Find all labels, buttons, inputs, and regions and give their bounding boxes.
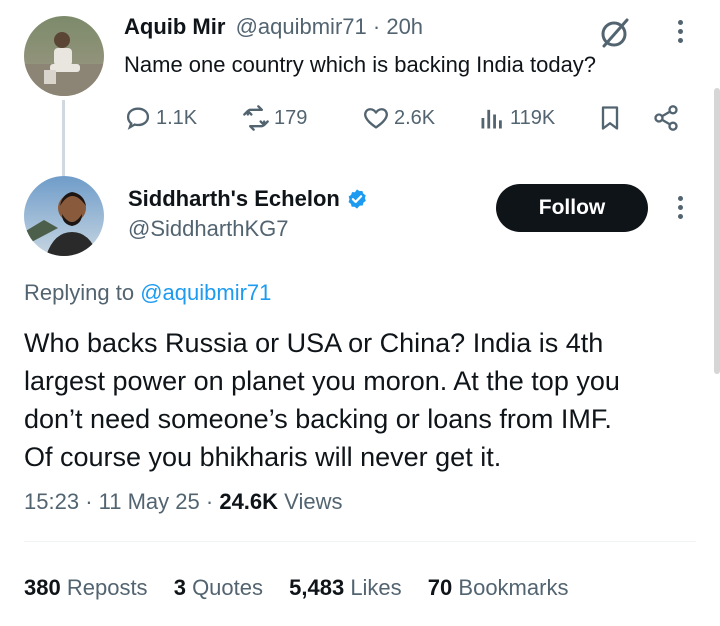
bookmarks-stat[interactable]: 70 Bookmarks bbox=[428, 575, 569, 600]
repost-button[interactable]: 179 bbox=[242, 102, 307, 134]
replying-to-handle[interactable]: @aquibmir71 bbox=[140, 280, 271, 305]
bookmark-icon bbox=[601, 106, 619, 130]
more-options-icon[interactable] bbox=[675, 196, 685, 223]
likes-label: Likes bbox=[350, 575, 402, 600]
heart-icon bbox=[364, 108, 388, 129]
share-button[interactable] bbox=[652, 102, 680, 134]
more-options-icon[interactable] bbox=[675, 20, 685, 47]
meta-separator: · bbox=[85, 489, 93, 514]
reposts-label: Reposts bbox=[66, 575, 148, 600]
reply-text-line: don’t need someone’s backing or loans fr… bbox=[24, 404, 612, 434]
tweet-time[interactable]: 15:23 bbox=[24, 489, 79, 514]
quotes-label: Quotes bbox=[192, 575, 263, 600]
likes-stat[interactable]: 5,483 Likes bbox=[289, 575, 402, 600]
reply-text-line: Who backs Russia or USA or China? India … bbox=[24, 328, 604, 358]
likes-count: 5,483 bbox=[289, 575, 345, 600]
reply-icon bbox=[126, 107, 150, 130]
quotes-stat[interactable]: 3 Quotes bbox=[174, 575, 263, 600]
views-count: 24.6K bbox=[219, 489, 279, 514]
bookmarks-count: 70 bbox=[427, 575, 453, 600]
avatar-siddharth[interactable] bbox=[24, 176, 104, 256]
bookmark-button[interactable] bbox=[596, 102, 624, 134]
tweet-date[interactable]: 11 May 25 bbox=[99, 489, 200, 514]
scrollbar[interactable] bbox=[714, 88, 720, 374]
reply-text-line: largest power on planet you moron. At th… bbox=[24, 366, 620, 396]
thread-line bbox=[62, 100, 65, 176]
author-handle[interactable]: @aquibmir71 bbox=[236, 14, 367, 39]
repost-count: 179 bbox=[274, 106, 308, 129]
tweet-time[interactable]: 20h bbox=[386, 14, 423, 39]
avatar-aquib-mir[interactable] bbox=[24, 16, 104, 96]
divider bbox=[24, 541, 696, 542]
tweet-text: Name one country which is backing India … bbox=[124, 52, 597, 77]
views-count: 119K bbox=[510, 106, 556, 129]
reply-text-line: Of course you bhikharis will never get i… bbox=[24, 442, 502, 472]
repost-icon bbox=[243, 105, 269, 131]
reply-button[interactable]: 1.1K bbox=[124, 102, 197, 134]
grok-icon[interactable] bbox=[598, 16, 632, 50]
reposts-stat[interactable]: 380 Reposts bbox=[24, 575, 148, 600]
reply-text: Who backs Russia or USA or China? India … bbox=[24, 324, 620, 476]
share-icon bbox=[654, 105, 678, 131]
verified-badge-icon bbox=[346, 188, 368, 210]
like-count: 2.6K bbox=[394, 106, 436, 129]
analytics-icon bbox=[481, 109, 502, 129]
views-button[interactable]: 119K bbox=[478, 102, 555, 134]
author-name[interactable]: Aquib Mir bbox=[124, 14, 225, 39]
bookmarks-label: Bookmarks bbox=[458, 575, 569, 600]
author-handle[interactable]: @SiddharthKG7 bbox=[128, 216, 289, 242]
meta-separator: · bbox=[205, 489, 214, 514]
views-label: Views bbox=[284, 489, 343, 514]
time-separator: · bbox=[372, 14, 381, 39]
quotes-count: 3 bbox=[173, 575, 186, 600]
reply-count: 1.1K bbox=[156, 106, 198, 129]
replying-to-label: Replying to bbox=[24, 280, 135, 305]
reposts-count: 380 bbox=[24, 575, 61, 600]
follow-button[interactable]: Follow bbox=[496, 184, 648, 232]
like-button[interactable]: 2.6K bbox=[362, 102, 435, 134]
author-name[interactable]: Siddharth's Echelon bbox=[128, 186, 340, 212]
